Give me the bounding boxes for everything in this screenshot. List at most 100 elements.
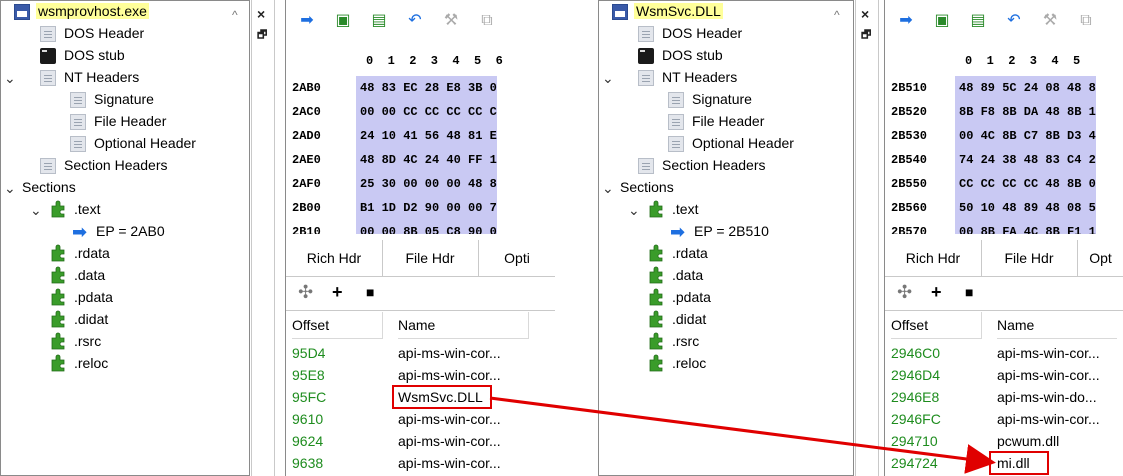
hex-row[interactable]: 2B520 8B F8 8B DA 48 8B 1: [885, 100, 1123, 124]
tree-item-rsrc[interactable]: .rsrc: [74, 330, 101, 352]
hex-row[interactable]: 2B540 74 24 38 48 83 C4 2: [885, 148, 1123, 172]
add-entry-icon[interactable]: ■: [965, 282, 973, 302]
tree-root[interactable]: wsmprovhost.exe: [36, 0, 149, 22]
hex-row[interactable]: 2AF0 25 30 00 00 00 48 8: [286, 172, 555, 196]
hex-row-bytes[interactable]: 48 89 5C 24 08 48 8: [955, 76, 1096, 100]
hex-row-bytes[interactable]: CC CC CC CC 48 8B 0: [955, 172, 1096, 196]
table-row[interactable]: 9624 api-ms-win-cor...: [286, 430, 555, 452]
tree-item-rdata[interactable]: .rdata: [672, 242, 708, 264]
save-icon[interactable]: ▣: [334, 12, 352, 30]
export-icon[interactable]: ▤: [370, 12, 388, 30]
hex-row-bytes[interactable]: 00 00 8B 05 C8 90 0: [356, 220, 497, 234]
column-header-offset[interactable]: Offset: [891, 312, 982, 339]
float-window-icon[interactable]: 🗗: [861, 26, 871, 45]
settings-icon[interactable]: ⚒: [1041, 12, 1059, 30]
scroll-up-arrow-icon[interactable]: ^: [834, 8, 840, 22]
table-row[interactable]: 2946D4 api-ms-win-cor...: [885, 364, 1123, 386]
column-header-name[interactable]: Name: [997, 312, 1117, 339]
hex-row-bytes[interactable]: 00 8B FA 4C 8B F1 1: [955, 220, 1096, 234]
go-to-ep-icon[interactable]: ➡: [897, 12, 915, 30]
tree-item-nt-headers[interactable]: NT Headers: [662, 66, 737, 88]
copy-icon[interactable]: ⧉: [478, 12, 496, 30]
settings-icon[interactable]: ⚒: [442, 12, 460, 30]
tab-optional-hdr[interactable]: Opt: [1077, 240, 1123, 276]
tab-rich-hdr[interactable]: Rich Hdr: [286, 240, 383, 276]
tab-rich-hdr[interactable]: Rich Hdr: [885, 240, 982, 276]
tree-item-section-headers[interactable]: Section Headers: [64, 154, 168, 176]
hex-row-bytes[interactable]: 24 10 41 56 48 81 E: [356, 124, 497, 148]
tree-item-ep[interactable]: EP = 2AB0: [96, 220, 165, 242]
hex-row[interactable]: 2AB0 48 83 EC 28 E8 3B 0: [286, 76, 555, 100]
hex-row[interactable]: 2B10 00 00 8B 05 C8 90 0: [286, 220, 555, 234]
chevron-down-icon[interactable]: ⌄: [4, 70, 16, 87]
hex-row[interactable]: 2B00 B1 1D D2 90 00 00 7: [286, 196, 555, 220]
table-row[interactable]: 9638 api-ms-win-cor...: [286, 452, 555, 474]
move-icon[interactable]: ✣: [897, 282, 912, 302]
tree-item-signature[interactable]: Signature: [692, 88, 752, 110]
move-icon[interactable]: ✣: [298, 282, 313, 302]
hex-row[interactable]: 2B560 50 10 48 89 48 08 5: [885, 196, 1123, 220]
add-entry-icon[interactable]: ■: [366, 282, 374, 302]
tree-item-didat[interactable]: .didat: [672, 308, 706, 330]
chevron-down-icon[interactable]: ⌄: [628, 202, 640, 219]
tree-item-data[interactable]: .data: [672, 264, 703, 286]
add-icon[interactable]: +: [332, 282, 343, 302]
chevron-down-icon[interactable]: ⌄: [30, 202, 42, 219]
table-row[interactable]: 95E8 api-ms-win-cor...: [286, 364, 555, 386]
column-header-offset[interactable]: Offset: [292, 312, 383, 339]
table-row[interactable]: 9610 api-ms-win-cor...: [286, 408, 555, 430]
hex-row[interactable]: 2B530 00 4C 8B C7 8B D3 4: [885, 124, 1123, 148]
hex-row-bytes[interactable]: 25 30 00 00 00 48 8: [356, 172, 497, 196]
tree-item-dos-header[interactable]: DOS Header: [662, 22, 742, 44]
tree-item-dos-stub[interactable]: DOS stub: [662, 44, 723, 66]
hex-row-bytes[interactable]: 00 4C 8B C7 8B D3 4: [955, 124, 1096, 148]
undo-icon[interactable]: ↶: [406, 12, 424, 30]
table-row[interactable]: 2946FC api-ms-win-cor...: [885, 408, 1123, 430]
tree-item-ep[interactable]: EP = 2B510: [694, 220, 769, 242]
table-row[interactable]: 2946C0 api-ms-win-cor...: [885, 342, 1123, 364]
tree-item-text[interactable]: .text: [74, 198, 100, 220]
hex-view[interactable]: 0 1 2 3 4 5 2B510 48 89 5C 24 08 48 8 2B52…: [885, 44, 1123, 234]
tree-item-reloc[interactable]: .reloc: [672, 352, 706, 374]
go-to-ep-icon[interactable]: ➡: [298, 12, 316, 30]
hex-row-bytes[interactable]: 8B F8 8B DA 48 8B 1: [955, 100, 1096, 124]
tree-item-dos-header[interactable]: DOS Header: [64, 22, 144, 44]
hex-row-bytes[interactable]: 48 8D 4C 24 40 FF 1: [356, 148, 497, 172]
tree-item-rdata[interactable]: .rdata: [74, 242, 110, 264]
add-icon[interactable]: +: [931, 282, 942, 302]
hex-row-bytes[interactable]: 50 10 48 89 48 08 5: [955, 196, 1096, 220]
tree-item-optional-header[interactable]: Optional Header: [94, 132, 196, 154]
close-icon[interactable]: ×: [861, 6, 869, 22]
chevron-down-icon[interactable]: ⌄: [602, 70, 614, 87]
hex-row-bytes[interactable]: 48 83 EC 28 E8 3B 0: [356, 76, 497, 100]
tree-item-text[interactable]: .text: [672, 198, 698, 220]
undo-icon[interactable]: ↶: [1005, 12, 1023, 30]
tree-item-file-header[interactable]: File Header: [94, 110, 166, 132]
hex-row[interactable]: 2AC0 00 00 CC CC CC CC C: [286, 100, 555, 124]
tab-optional-hdr[interactable]: Opti: [478, 240, 555, 276]
tab-file-hdr[interactable]: File Hdr: [382, 240, 479, 276]
save-icon[interactable]: ▣: [933, 12, 951, 30]
copy-icon[interactable]: ⧉: [1077, 12, 1095, 30]
hex-row-bytes[interactable]: B1 1D D2 90 00 00 7: [356, 196, 497, 220]
hex-row[interactable]: 2AD0 24 10 41 56 48 81 E: [286, 124, 555, 148]
tree-root[interactable]: WsmSvc.DLL: [634, 0, 723, 22]
tree-item-signature[interactable]: Signature: [94, 88, 154, 110]
tree-item-data[interactable]: .data: [74, 264, 105, 286]
tree-item-pdata[interactable]: .pdata: [672, 286, 711, 308]
tree-item-file-header[interactable]: File Header: [692, 110, 764, 132]
hex-row[interactable]: 2B510 48 89 5C 24 08 48 8: [885, 76, 1123, 100]
tree-item-pdata[interactable]: .pdata: [74, 286, 113, 308]
tree-item-dos-stub[interactable]: DOS stub: [64, 44, 125, 66]
tab-file-hdr[interactable]: File Hdr: [981, 240, 1078, 276]
hex-row[interactable]: 2B570 00 8B FA 4C 8B F1 1: [885, 220, 1123, 234]
tree-item-optional-header[interactable]: Optional Header: [692, 132, 794, 154]
close-icon[interactable]: ×: [257, 6, 265, 22]
hex-view[interactable]: 0 1 2 3 4 5 6 2AB0 48 83 EC 28 E8 3B 0 2AC…: [286, 44, 555, 234]
export-icon[interactable]: ▤: [969, 12, 987, 30]
hex-row[interactable]: 2AE0 48 8D 4C 24 40 FF 1: [286, 148, 555, 172]
table-row[interactable]: 95D4 api-ms-win-cor...: [286, 342, 555, 364]
tree-item-nt-headers[interactable]: NT Headers: [64, 66, 139, 88]
tree-item-didat[interactable]: .didat: [74, 308, 108, 330]
chevron-down-icon[interactable]: ⌄: [4, 180, 16, 197]
